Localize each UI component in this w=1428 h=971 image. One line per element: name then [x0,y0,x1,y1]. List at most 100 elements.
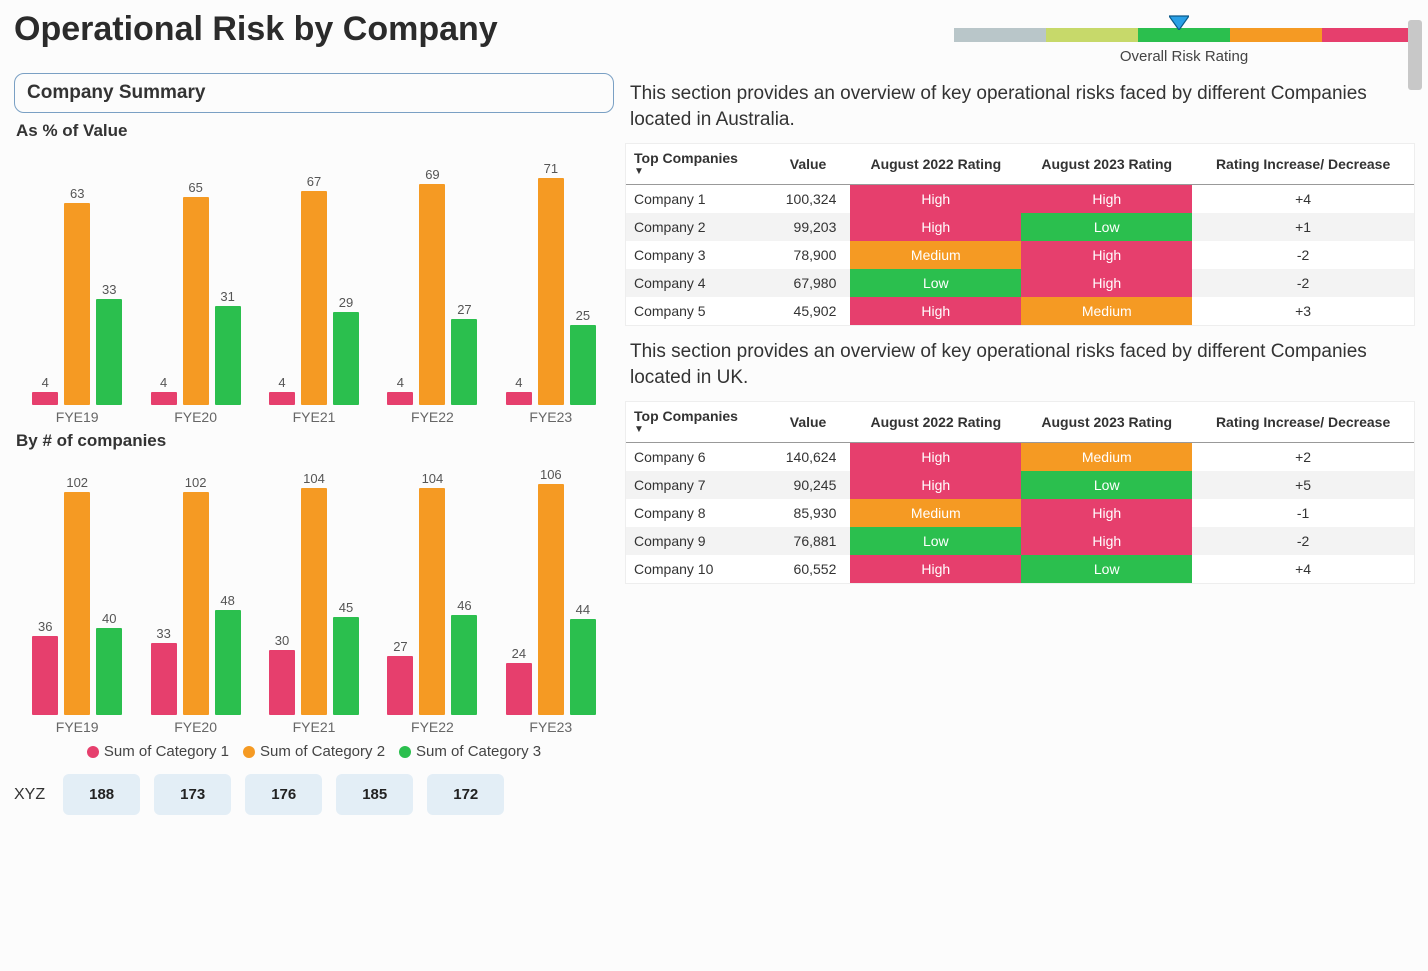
bar[interactable] [183,197,209,405]
bar[interactable] [96,299,122,405]
table-row[interactable]: Company 976,881LowHigh-2 [626,527,1414,555]
bar[interactable] [387,392,413,405]
cell-change: -2 [1192,269,1414,297]
xyz-card[interactable]: 173 [154,774,231,815]
th-value[interactable]: Value [766,402,851,442]
th-2023[interactable]: August 2023 Rating [1021,402,1192,442]
cell-value: 60,552 [766,555,851,583]
cell-company: Company 1 [626,184,766,213]
cell-change: +1 [1192,213,1414,241]
legend-item[interactable]: Sum of Category 3 [399,743,541,760]
table-australia[interactable]: Top Companies ▼ Value August 2022 Rating… [626,144,1414,325]
cell-rating-2023: Low [1021,213,1192,241]
bar[interactable] [301,488,327,715]
bar-value: 40 [102,611,116,626]
bar-value: 104 [422,471,444,486]
bar[interactable] [269,392,295,405]
xyz-row: XYZ 188173176185172 [14,774,614,815]
th-2022[interactable]: August 2022 Rating [850,402,1021,442]
xyz-card[interactable]: 172 [427,774,504,815]
cell-company: Company 7 [626,471,766,499]
cell-change: -2 [1192,527,1414,555]
bar[interactable] [151,643,177,715]
bar[interactable] [419,184,445,405]
sort-desc-icon[interactable]: ▼ [634,424,758,436]
legend-item[interactable]: Sum of Category 2 [243,743,385,760]
bar[interactable] [215,306,241,405]
table-row[interactable]: Company 545,902HighMedium+3 [626,297,1414,325]
cell-value: 78,900 [766,241,851,269]
bar-value: 33 [156,626,170,641]
bar-value: 48 [220,593,234,608]
sort-desc-icon[interactable]: ▼ [634,166,758,178]
bar[interactable] [451,319,477,405]
bar[interactable] [151,392,177,405]
table-row[interactable]: Company 790,245HighLow+5 [626,471,1414,499]
xyz-card[interactable]: 188 [63,774,140,815]
bar[interactable] [506,392,532,405]
section-australia-desc: This section provides an overview of key… [630,81,1410,132]
company-summary-box[interactable]: Company Summary [14,73,614,113]
chart1-title: As % of Value [16,121,614,141]
th-company[interactable]: Top Companies ▼ [626,402,766,442]
cell-company: Company 10 [626,555,766,583]
bar-value: 69 [425,167,439,182]
bar-value: 31 [220,289,234,304]
gauge-label: Overall Risk Rating [954,48,1414,65]
x-axis-label: FYE20 [136,719,254,735]
table-row[interactable]: Company 467,980LowHigh-2 [626,269,1414,297]
cell-rating-2022: High [850,442,1021,471]
bar[interactable] [32,636,58,715]
bar[interactable] [419,488,445,715]
bar[interactable] [301,191,327,405]
scrollbar-thumb[interactable] [1408,20,1422,90]
th-change[interactable]: Rating Increase/ Decrease [1192,144,1414,184]
xyz-card[interactable]: 176 [245,774,322,815]
bar[interactable] [96,628,122,715]
bar[interactable] [387,656,413,715]
th-2022[interactable]: August 2022 Rating [850,144,1021,184]
table-uk[interactable]: Top Companies ▼ Value August 2022 Rating… [626,402,1414,583]
legend-swatch-icon [87,746,99,758]
bar[interactable] [538,178,564,405]
cell-company: Company 9 [626,527,766,555]
bar[interactable] [451,615,477,715]
cell-value: 90,245 [766,471,851,499]
th-value[interactable]: Value [766,144,851,184]
bar-value: 45 [339,600,353,615]
th-2023[interactable]: August 2023 Rating [1021,144,1192,184]
bar[interactable] [64,492,90,715]
bar[interactable] [506,663,532,715]
chart-pct-value: 4633346531467294692747125 FYE19FYE20FYE2… [14,145,614,425]
bar[interactable] [538,484,564,715]
cell-value: 76,881 [766,527,851,555]
table-row[interactable]: Company 1100,324HighHigh+4 [626,184,1414,213]
table-row[interactable]: Company 6140,624HighMedium+2 [626,442,1414,471]
bar[interactable] [570,619,596,715]
bar[interactable] [333,617,359,715]
bar[interactable] [32,392,58,405]
bar-value: 24 [512,646,526,661]
bar[interactable] [269,650,295,715]
bar-value: 67 [307,174,321,189]
bar[interactable] [183,492,209,715]
bar-value: 104 [303,471,325,486]
bar[interactable] [333,312,359,405]
x-axis-label: FYE22 [373,719,491,735]
cell-value: 99,203 [766,213,851,241]
cell-company: Company 4 [626,269,766,297]
th-change[interactable]: Rating Increase/ Decrease [1192,402,1414,442]
bar[interactable] [64,203,90,405]
x-axis-label: FYE22 [373,409,491,425]
table-row[interactable]: Company 1060,552HighLow+4 [626,555,1414,583]
table-row[interactable]: Company 378,900MediumHigh-2 [626,241,1414,269]
table-row[interactable]: Company 299,203HighLow+1 [626,213,1414,241]
table-row[interactable]: Company 885,930MediumHigh-1 [626,499,1414,527]
xyz-card[interactable]: 185 [336,774,413,815]
cell-rating-2023: High [1021,499,1192,527]
cell-change: +2 [1192,442,1414,471]
bar[interactable] [570,325,596,405]
th-company[interactable]: Top Companies ▼ [626,144,766,184]
legend-item[interactable]: Sum of Category 1 [87,743,229,760]
bar[interactable] [215,610,241,715]
